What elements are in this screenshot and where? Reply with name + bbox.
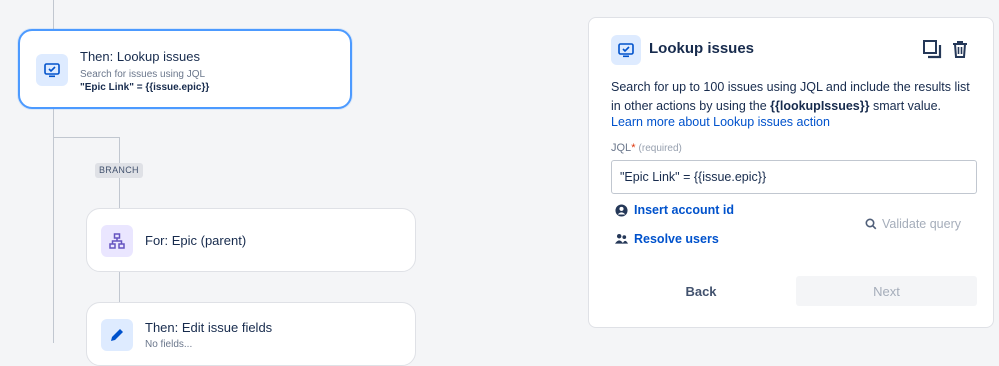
edit-issue-fields-node[interactable]: Then: Edit issue fields No fields... [86,302,416,366]
next-button[interactable]: Next [796,276,977,306]
connector-line [53,0,54,30]
required-text: (required) [638,143,682,154]
lookup-issues-node[interactable]: Then: Lookup issues Search for issues us… [18,29,352,109]
smart-value-text: {{lookupIssues}} [770,99,870,113]
branch-label: BRANCH [95,163,143,178]
jql-label: JQL* (required) [611,142,682,154]
validate-query-label: Validate query [882,217,961,231]
hierarchy-icon [101,225,133,257]
node-title: Then: Edit issue fields [145,320,273,335]
jql-input[interactable] [611,160,977,194]
back-button[interactable]: Back [617,276,785,306]
automation-canvas: Then: Lookup issues Search for issues us… [0,0,999,366]
search-icon [865,218,877,230]
validate-query-button[interactable]: Validate query [865,217,961,231]
trash-icon[interactable] [948,37,972,61]
node-subtitle: Search for issues using JQL [80,69,206,80]
description-text-end: smart value. [869,99,942,113]
for-epic-node[interactable]: For: Epic (parent) [86,208,416,272]
required-mark: * [631,142,636,154]
node-jql: "Epic Link" = {{issue.epic}} [80,82,210,93]
pencil-icon [101,319,133,351]
jql-label-text: JQL [611,142,632,154]
connector-line [119,271,120,303]
connector-line [53,137,119,138]
node-title: For: Epic (parent) [145,233,247,248]
connector-line [53,108,54,343]
node-title: Then: Lookup issues [80,49,200,64]
resolve-users-label: Resolve users [634,232,719,246]
insert-account-id-label: Insert account id [634,203,735,217]
node-subtitle: No fields... [145,339,193,350]
duplicate-icon[interactable] [920,37,944,61]
insert-account-id-button[interactable]: Insert account id [615,203,734,217]
resolve-users-button[interactable]: Resolve users [615,232,719,246]
monitor-check-icon [36,54,68,86]
monitor-check-icon [611,35,641,65]
lookup-issues-config-panel: Lookup issues Search for up to 100 issue… [588,17,994,328]
panel-title: Lookup issues [649,40,755,57]
users-icon [615,233,628,244]
panel-description: Search for up to 100 issues using JQL an… [611,78,981,116]
user-circle-icon [615,203,628,217]
learn-more-link[interactable]: Learn more about Lookup issues action [611,115,830,129]
